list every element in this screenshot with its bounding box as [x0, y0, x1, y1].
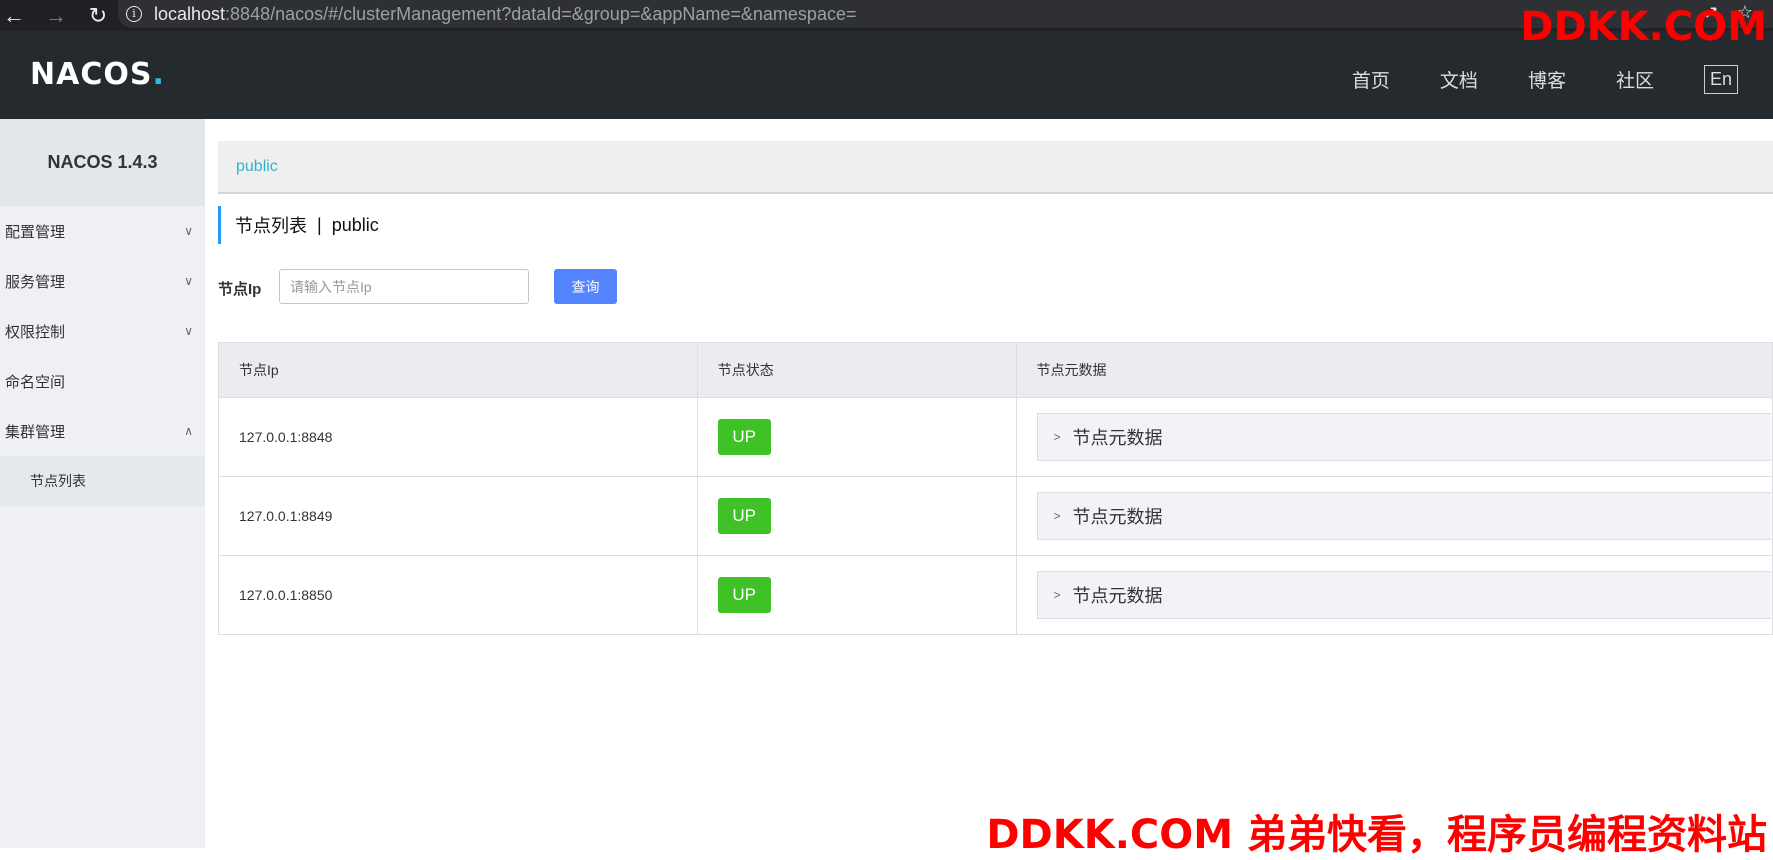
- nav-community[interactable]: 社区: [1616, 66, 1654, 93]
- chevron-up-icon: ∧: [184, 424, 193, 438]
- nav-docs[interactable]: 文档: [1440, 66, 1478, 93]
- namespace-bar: public: [218, 141, 1773, 194]
- column-header-metadata: 节点元数据: [1015, 342, 1773, 398]
- status-badge: UP: [717, 577, 771, 613]
- logo-text: NACOS: [30, 57, 153, 92]
- sidebar: NACOS 1.4.3 配置管理 ∨ 服务管理 ∨ 权限控制 ∨ 命名空间 集群…: [0, 119, 205, 848]
- node-ip-cell: 127.0.0.1:8850: [218, 555, 698, 635]
- arrow-left-icon[interactable]: ←: [0, 2, 28, 30]
- table-row: 127.0.0.1:8848 UP > 节点元数据: [218, 397, 1773, 477]
- node-ip-cell: 127.0.0.1:8848: [218, 397, 698, 477]
- metadata-collapse[interactable]: > 节点元数据: [1036, 492, 1771, 540]
- sidebar-item-label: 命名空间: [5, 373, 66, 391]
- metadata-collapse-label: 节点元数据: [1072, 428, 1163, 448]
- chevron-down-icon: ∨: [184, 324, 193, 338]
- language-switch-button[interactable]: En: [1703, 65, 1738, 94]
- nav-home[interactable]: 首页: [1352, 66, 1390, 93]
- nav-blog[interactable]: 博客: [1528, 66, 1566, 93]
- column-header-status: 节点状态: [696, 342, 1017, 398]
- node-ip-cell: 127.0.0.1:8849: [218, 476, 698, 556]
- metadata-collapse[interactable]: > 节点元数据: [1036, 571, 1771, 619]
- url-path: :8848/nacos/#/clusterManagement?dataId=&…: [225, 3, 857, 24]
- sidebar-item-cluster[interactable]: 集群管理 ∧: [0, 406, 205, 456]
- sidebar-item-label: 服务管理: [5, 273, 66, 291]
- chevron-right-icon: >: [1053, 509, 1061, 523]
- table-header-row: 节点Ip 节点状态 节点元数据: [218, 342, 1773, 398]
- metadata-collapse-label: 节点元数据: [1072, 507, 1163, 527]
- sidebar-item-label: 权限控制: [5, 323, 66, 341]
- info-icon[interactable]: i: [126, 6, 142, 22]
- sidebar-item-label: 配置管理: [5, 223, 66, 241]
- top-nav: 首页 文档 博客 社区 En: [1352, 65, 1773, 94]
- metadata-collapse[interactable]: > 节点元数据: [1036, 413, 1771, 461]
- chevron-right-icon: >: [1053, 588, 1061, 602]
- arrow-right-icon[interactable]: →: [42, 2, 70, 30]
- table-row: 127.0.0.1:8850 UP > 节点元数据: [218, 555, 1773, 635]
- app-header: NACOS. 首页 文档 博客 社区 En: [0, 31, 1773, 119]
- status-badge: UP: [717, 419, 771, 455]
- sidebar-subitem-node-list[interactable]: 节点列表: [0, 456, 205, 506]
- chevron-right-icon: >: [1053, 430, 1061, 444]
- browser-toolbar: ← → ↻ i localhost:8848/nacos/#/clusterMa…: [0, 0, 1773, 31]
- watermark-top: DDKK.COM: [1520, 4, 1767, 50]
- table-row: 127.0.0.1:8849 UP > 节点元数据: [218, 476, 1773, 556]
- node-table: 节点Ip 节点状态 节点元数据 127.0.0.1:8848 UP > 节点元数…: [218, 342, 1773, 635]
- sidebar-item-label: 集群管理: [5, 423, 66, 441]
- sidebar-item-config[interactable]: 配置管理 ∨: [0, 206, 205, 256]
- query-button[interactable]: 查询: [554, 269, 617, 304]
- watermark-bottom: DDKK.COM 弟弟快看，程序员编程资料站: [986, 812, 1767, 858]
- sidebar-item-auth[interactable]: 权限控制 ∨: [0, 306, 205, 356]
- page-title-namespace: public: [331, 214, 379, 235]
- nacos-logo[interactable]: NACOS.: [30, 57, 165, 92]
- product-version: NACOS 1.4.3: [0, 119, 205, 206]
- chevron-down-icon: ∨: [184, 224, 193, 238]
- node-ip-input[interactable]: [279, 269, 529, 304]
- page-title: 节点列表 | public: [218, 206, 379, 244]
- namespace-link-public[interactable]: public: [236, 158, 278, 176]
- chevron-down-icon: ∨: [184, 274, 193, 288]
- metadata-collapse-label: 节点元数据: [1072, 586, 1163, 606]
- logo-dot: .: [152, 57, 165, 92]
- reload-icon[interactable]: ↻: [84, 2, 112, 30]
- column-header-ip: 节点Ip: [218, 342, 698, 398]
- sidebar-item-service[interactable]: 服务管理 ∨: [0, 256, 205, 306]
- node-ip-label: 节点Ip: [218, 281, 262, 298]
- status-badge: UP: [717, 498, 771, 534]
- title-separator: |: [317, 214, 322, 235]
- sidebar-item-namespace[interactable]: 命名空间: [0, 356, 205, 406]
- url-host: localhost: [154, 3, 226, 24]
- page-title-text: 节点列表: [235, 216, 307, 236]
